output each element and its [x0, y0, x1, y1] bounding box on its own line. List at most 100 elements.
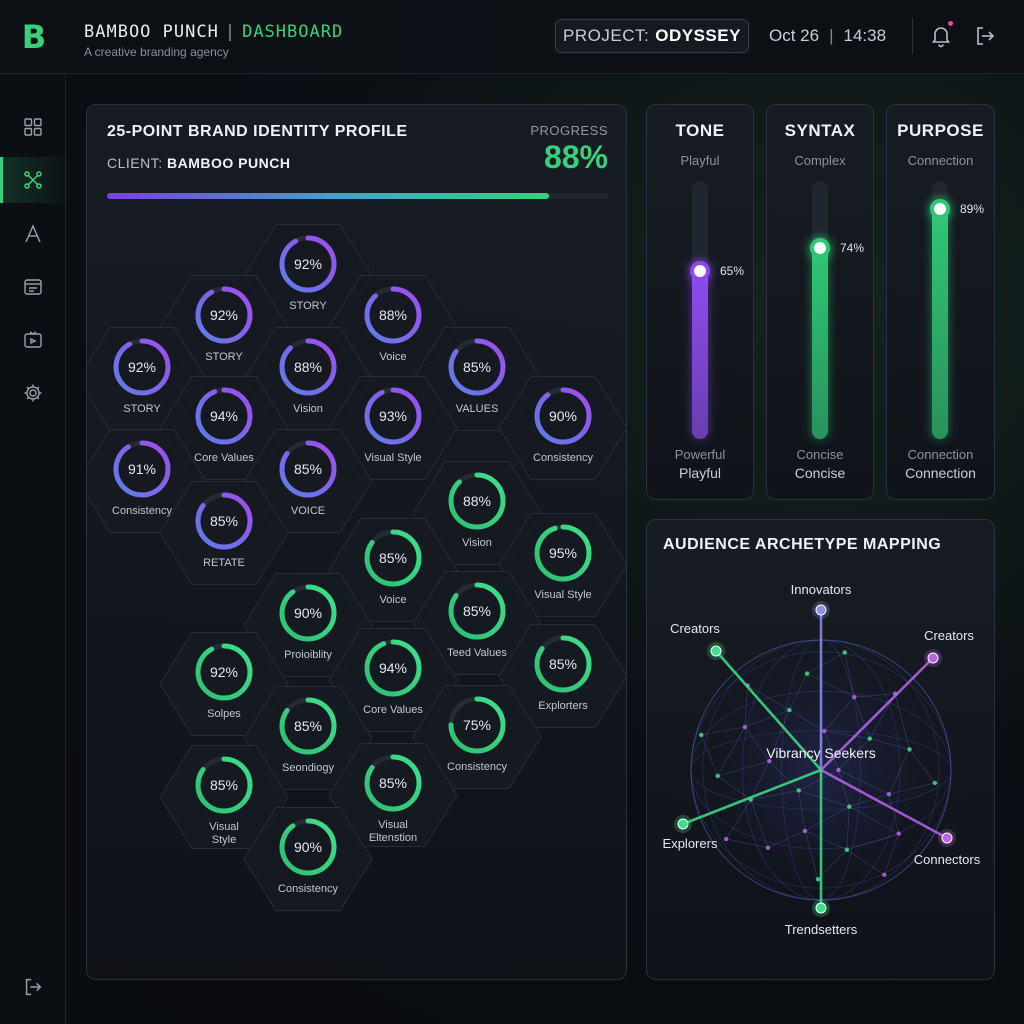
mesh-node: [715, 773, 720, 779]
cell-label: Visual: [378, 819, 408, 831]
brand-title: BAMBOO PUNCH | DASHBOARD: [84, 22, 343, 42]
archetype-node[interactable]: [677, 818, 689, 830]
layout-icon[interactable]: [0, 264, 66, 310]
grid-icon[interactable]: [0, 104, 66, 150]
cell-value: 90%: [294, 839, 322, 855]
slider-track[interactable]: 74%: [810, 181, 864, 439]
logout-icon[interactable]: [0, 964, 66, 1010]
logo: B: [21, 18, 47, 56]
cell-value: 85%: [549, 656, 577, 672]
cell-value: 85%: [210, 777, 238, 793]
slider-fill: [692, 271, 708, 439]
slider-title: PURPOSE: [897, 121, 984, 140]
cell-label: Seondiogy: [282, 762, 334, 774]
slider-top-label: Playful: [680, 153, 720, 168]
cell-label: Style: [212, 834, 236, 846]
cell-value: 88%: [379, 307, 407, 323]
cell-value: 85%: [463, 603, 491, 619]
cell-label: Eltenstion: [369, 832, 417, 844]
cell-value: 91%: [128, 461, 156, 477]
logout-icon[interactable]: [973, 24, 997, 48]
gear-icon[interactable]: [0, 370, 66, 416]
slider-title: SYNTAX: [784, 121, 856, 140]
cell-value: 92%: [294, 256, 322, 272]
project-label: PROJECT:: [563, 26, 650, 45]
cell-value: 94%: [210, 408, 238, 424]
mesh-node: [723, 836, 729, 842]
cell-value: 85%: [294, 461, 322, 477]
syntax-panel: SYNTAX Complex 74% Concise Concise: [766, 104, 874, 500]
mesh-node: [882, 872, 887, 877]
project-name: ODYSSEY: [655, 26, 741, 45]
slider-track[interactable]: 65%: [690, 181, 744, 439]
cell-label: RETATE: [203, 557, 245, 569]
archetype-network: Innovators Creators Creators Explorers Conne…: [663, 582, 981, 937]
mesh-node: [847, 804, 852, 809]
archetype-label: Creators: [670, 621, 720, 636]
mesh-node: [844, 847, 850, 852]
mesh-node: [842, 650, 847, 655]
mesh-node: [742, 724, 748, 730]
archetype-label: Innovators: [791, 582, 852, 597]
bell-icon[interactable]: [929, 21, 953, 48]
cell-value: 85%: [379, 550, 407, 566]
mesh-node: [907, 747, 912, 752]
nodes-icon[interactable]: [0, 157, 66, 203]
slider-title: TONE: [675, 121, 725, 140]
cell-label: VOICE: [291, 505, 325, 517]
hex-grid: 92% STORY 92% STORY 88% Voice 92% STORY 88% Visio…: [87, 224, 628, 911]
slider-bottom-value: Connection: [905, 465, 976, 481]
cell-label: STORY: [289, 300, 327, 312]
cell-label: STORY: [123, 403, 161, 415]
notification-dot: [948, 21, 953, 26]
cell-value: 93%: [379, 408, 407, 424]
slider-bottom-label: Concise: [796, 447, 844, 462]
mesh-node: [867, 736, 872, 741]
mesh-node: [896, 831, 902, 836]
purpose-panel: PURPOSE Connection 89% Connection Connection: [886, 104, 995, 500]
cell-value: 85%: [379, 775, 407, 791]
cell-label: STORY: [205, 351, 243, 363]
media-icon[interactable]: [0, 317, 66, 363]
cell-value: 88%: [294, 359, 322, 375]
cell-label: Consistency: [533, 452, 593, 464]
sidebar: [0, 74, 66, 1024]
archetype-node[interactable]: [710, 645, 722, 657]
archetype-label: Creators: [924, 628, 974, 643]
cell-label: VALUES: [456, 403, 499, 415]
cell-value: 95%: [549, 545, 577, 561]
cell-value: 90%: [549, 408, 577, 424]
cell-label: Core Values: [194, 452, 254, 464]
slider-bottom-label: Powerful: [674, 447, 726, 462]
archetype-node[interactable]: [927, 652, 939, 664]
archetype-node[interactable]: [815, 604, 827, 616]
archetype-panel: AUDIENCE ARCHETYPE MAPPING Innovators Cre…: [646, 519, 995, 980]
mesh-node: [804, 671, 810, 676]
mesh-node: [852, 694, 857, 700]
mesh-node: [787, 707, 792, 713]
slider-fill: [932, 209, 948, 439]
slider-track[interactable]: 89%: [930, 181, 984, 439]
date-separator: |: [829, 26, 834, 45]
archetype-node[interactable]: [815, 902, 827, 914]
cell-label: Consistency: [112, 505, 172, 517]
brand-separator: |: [224, 22, 237, 42]
tagline: A creative branding agency: [84, 45, 229, 59]
top-bar: B BAMBOO PUNCH | DASHBOARD A creative bran…: [0, 0, 1024, 74]
cell-label: Proioiblity: [284, 649, 332, 661]
project-selector[interactable]: PROJECT: ODYSSEY: [555, 19, 749, 53]
typography-icon[interactable]: [0, 211, 66, 257]
slider-bottom-value: Concise: [794, 465, 846, 481]
cell-value: 85%: [463, 359, 491, 375]
mesh-node: [822, 728, 827, 734]
mesh-node: [802, 828, 808, 834]
slider-handle[interactable]: [810, 238, 830, 259]
mesh-node: [815, 876, 821, 882]
cell-value: 92%: [210, 307, 238, 323]
cell-value: 92%: [210, 664, 238, 680]
cell-value: 75%: [463, 717, 491, 733]
slider-bottom-value: Playful: [678, 465, 722, 481]
divider: [912, 18, 913, 54]
slider-value: 74%: [840, 241, 865, 256]
archetype-node[interactable]: [941, 832, 953, 844]
